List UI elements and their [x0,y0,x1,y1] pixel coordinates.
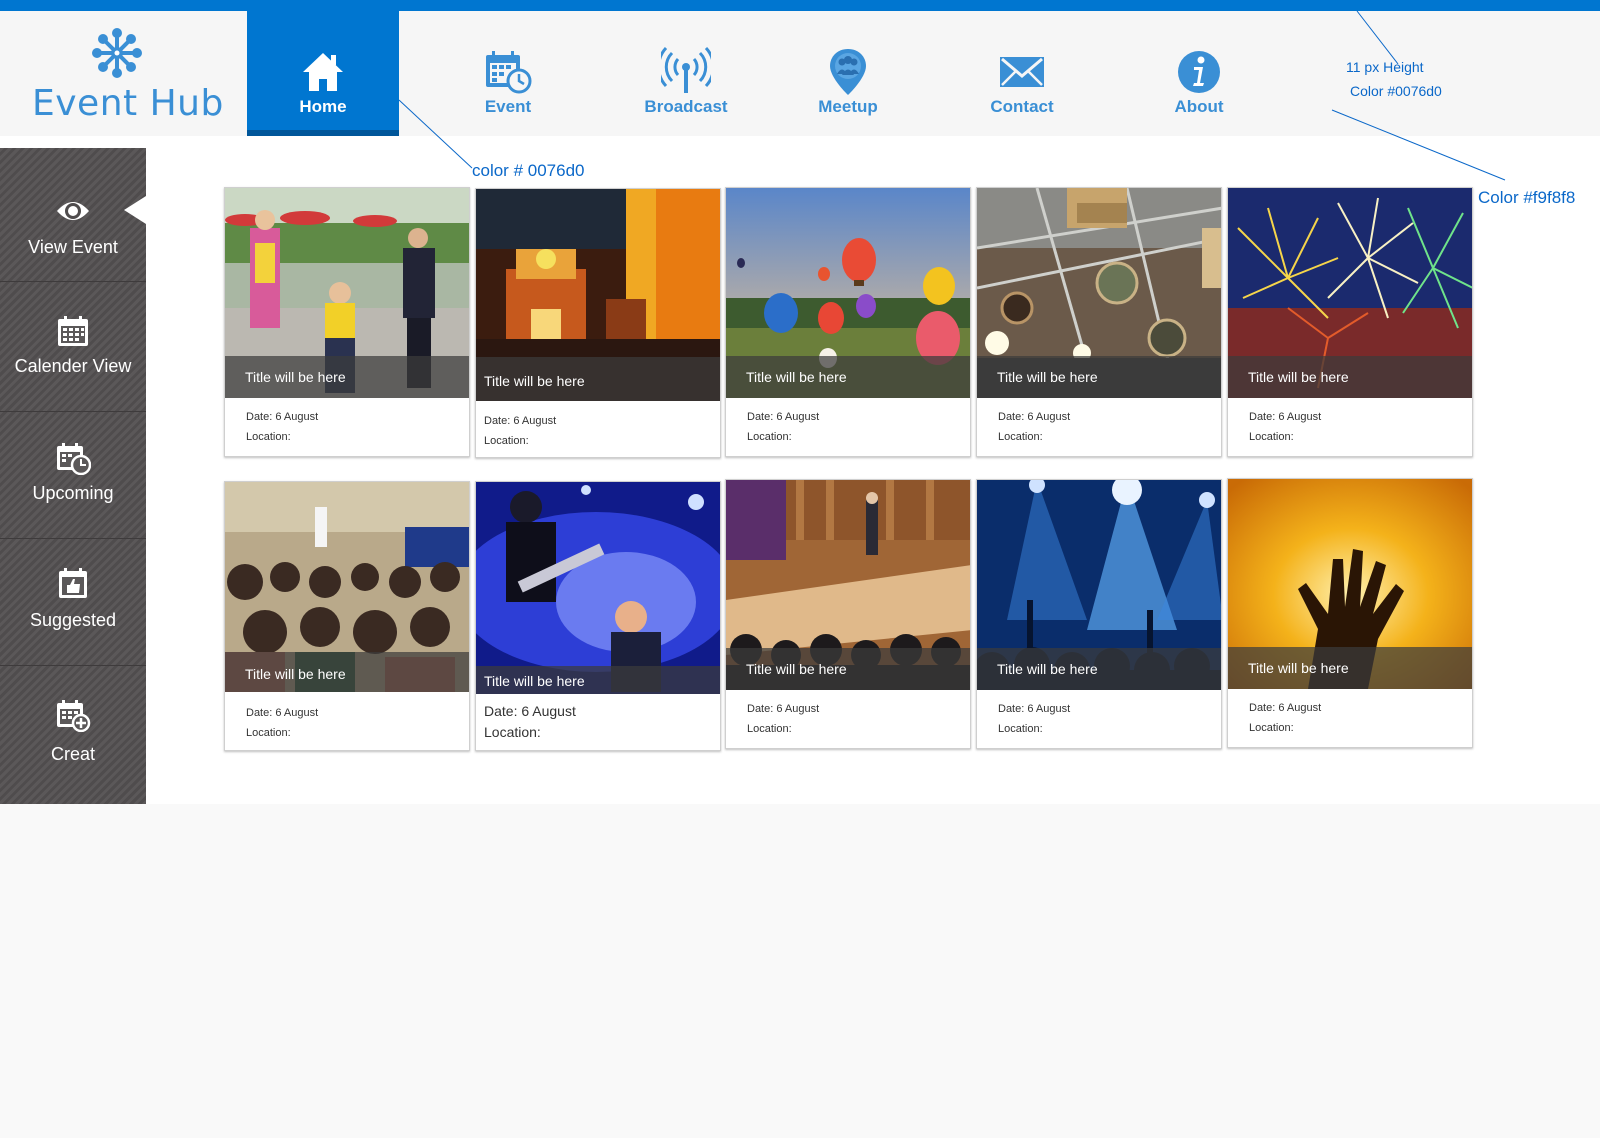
event-image: Title will be here [726,480,970,690]
nav-home-label: Home [299,97,347,116]
sidebar-item-calender-view[interactable]: Calender View [0,282,146,412]
event-card[interactable]: Title will be here Date: 6 August Locati… [1227,187,1473,457]
sidebar-label-upcoming: Upcoming [32,483,114,503]
card-location: Location: [747,431,792,443]
event-card[interactable]: Title will be here Date: 6 August Locati… [1227,478,1473,748]
card-title: Title will be here [225,356,469,398]
event-card[interactable]: Title will be here Date: 6 August Locati… [475,481,721,751]
card-date: Date: 6 August [747,411,820,423]
card-location: Location: [246,727,291,739]
annotation-height: 11 px Height [1346,59,1424,75]
event-card[interactable]: Title will be here Date: 6 August Locati… [224,187,470,457]
event-image: Title will be here [225,482,469,692]
card-title: Title will be here [726,356,970,398]
card-date: Date: 6 August [484,703,576,719]
info-icon [1178,51,1220,93]
nav-about-label: About [1174,97,1224,116]
sidebar-item-upcoming[interactable]: Upcoming [0,412,146,539]
calendar-add-icon [57,700,91,732]
sidebar-item-creat[interactable]: Creat [0,666,146,804]
event-image: Title will be here [1228,479,1472,689]
sidebar-label-creat: Creat [50,744,95,764]
card-title: Title will be here [1228,647,1472,689]
sidebar-label-suggested: Suggested [29,610,117,630]
event-card[interactable]: Title will be here Date: 6 August Locati… [976,187,1222,457]
sidebar-item-view-event[interactable]: View Event [0,148,146,282]
nav-event-label: Event [484,97,532,116]
home-icon [303,53,343,91]
calendar-icon [58,316,88,346]
card-date: Date: 6 August [246,707,319,719]
event-image: Title will be here [977,188,1221,398]
logo-text: Event Hub [32,83,224,124]
event-card[interactable]: Title will be here Date: 6 August Locati… [475,188,721,458]
card-title: Title will be here [726,648,970,690]
event-image: Title will be here [225,188,469,398]
broadcast-icon [661,47,711,93]
sidebar-label-view-event: View Event [28,237,118,257]
card-date: Date: 6 August [998,703,1071,715]
nav-home[interactable]: Home [247,11,399,136]
annotation-header-color: Color #f9f8f8 [1478,188,1576,207]
card-location: Location: [484,724,541,740]
card-title: Title will be here [977,648,1221,690]
nav-contact[interactable]: Contact [946,11,1098,136]
nav-meetup-label: Meetup [818,97,878,116]
card-date: Date: 6 August [1249,702,1322,714]
empty-footer-area [0,804,1600,1138]
annotation-home-color: color # 0076d0 [472,161,585,180]
card-date: Date: 6 August [998,411,1071,423]
event-card[interactable]: Title will be here Date: 6 August Locati… [224,481,470,751]
card-title: Title will be here [225,652,469,692]
nav-event[interactable]: Event [432,11,584,136]
card-location: Location: [484,435,529,447]
card-location: Location: [747,723,792,735]
sidebar: View Event Calender View Upcoming Sugges… [0,148,146,804]
event-card[interactable]: Title will be here Date: 6 August Locati… [976,479,1222,749]
event-card[interactable]: Title will be here Date: 6 August Locati… [725,187,971,457]
nav-about[interactable]: About [1123,11,1275,136]
card-date: Date: 6 August [747,703,820,715]
card-title: Title will be here [1228,356,1472,398]
nav-contact-label: Contact [990,97,1054,116]
calendar-clock-icon [486,51,532,94]
sidebar-label-calender-view: Calender View [14,356,132,376]
event-image: Title will be here [726,188,970,398]
card-title: Title will be here [977,356,1221,398]
card-title: Title will be here [476,357,720,401]
event-image: Title will be here [476,482,720,694]
nav-meetup[interactable]: Meetup [772,11,924,136]
calendar-thumb-icon [59,568,87,598]
card-date: Date: 6 August [484,415,557,427]
mail-icon [1000,57,1044,87]
calendar-clock-icon [57,443,91,475]
nav-broadcast[interactable]: Broadcast [610,11,762,136]
card-location: Location: [1249,722,1294,734]
snowflake-logo-icon [92,28,142,78]
event-image: Title will be here [1228,188,1472,398]
card-location: Location: [998,723,1043,735]
card-date: Date: 6 August [246,411,319,423]
card-title: Title will be here [476,666,720,694]
event-image: Title will be here [476,189,720,401]
event-card[interactable]: Title will be here Date: 6 August Locati… [725,479,971,749]
card-location: Location: [998,431,1043,443]
logo[interactable]: Event Hub [0,11,247,136]
card-location: Location: [1249,431,1294,443]
card-location: Location: [246,431,291,443]
meetup-pin-icon [830,49,866,95]
eye-icon [57,202,89,220]
annotation-topbar-color: Color #0076d0 [1350,83,1442,99]
nav-broadcast-label: Broadcast [644,97,728,116]
sidebar-item-suggested[interactable]: Suggested [0,539,146,666]
event-image: Title will be here [977,480,1221,690]
card-date: Date: 6 August [1249,411,1322,423]
top-accent-bar [0,0,1600,11]
